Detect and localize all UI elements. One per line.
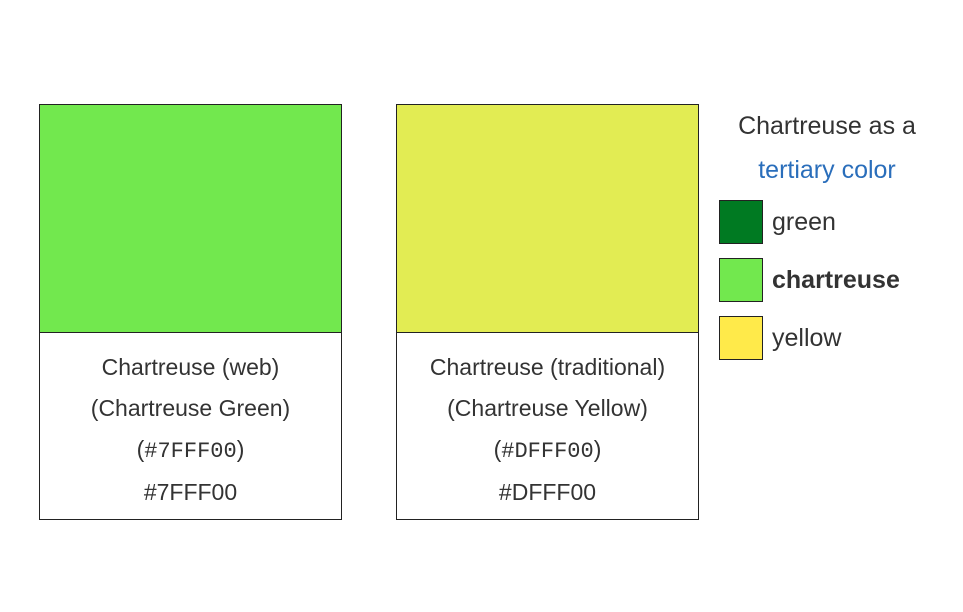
legend-label: chartreuse	[772, 265, 900, 294]
legend-item-green: green	[719, 200, 836, 244]
color-name: Chartreuse (traditional)	[429, 354, 666, 380]
color-hex-mono: #7FFF00	[144, 439, 237, 464]
color-card-traditional: Chartreuse (traditional) (Chartreuse Yel…	[396, 104, 699, 520]
color-caption-traditional: Chartreuse (traditional) (Chartreuse Yel…	[397, 333, 698, 513]
tertiary-color-legend: Chartreuse as a tertiary color	[712, 104, 942, 192]
legend-title-text: Chartreuse as a	[738, 112, 916, 140]
color-card-web: Chartreuse (web) (Chartreuse Green) (#7F…	[39, 104, 342, 520]
color-swatch-web	[40, 105, 341, 333]
legend-item-chartreuse: chartreuse	[719, 258, 900, 302]
color-hex-mono: #DFFF00	[501, 439, 594, 464]
color-name: Chartreuse (web)	[101, 354, 280, 380]
color-swatch-traditional	[397, 105, 698, 333]
legend-swatch-green	[719, 200, 763, 244]
legend-label: yellow	[772, 323, 842, 352]
legend-swatch-yellow	[719, 316, 763, 360]
tertiary-color-link[interactable]: tertiary color	[758, 156, 896, 184]
color-hex-code: (#DFFF00)	[493, 436, 602, 464]
legend-label: green	[772, 207, 836, 236]
legend-item-yellow: yellow	[719, 316, 841, 360]
color-hex-code: (#7FFF00)	[136, 436, 245, 464]
color-hex: #7FFF00	[143, 479, 238, 505]
color-alt-name: (Chartreuse Green)	[90, 395, 291, 421]
color-alt-name: (Chartreuse Yellow)	[447, 395, 648, 421]
legend-title: Chartreuse as a tertiary color	[712, 104, 942, 192]
legend-swatch-chartreuse	[719, 258, 763, 302]
color-caption-web: Chartreuse (web) (Chartreuse Green) (#7F…	[40, 333, 341, 513]
color-hex: #DFFF00	[498, 479, 597, 505]
